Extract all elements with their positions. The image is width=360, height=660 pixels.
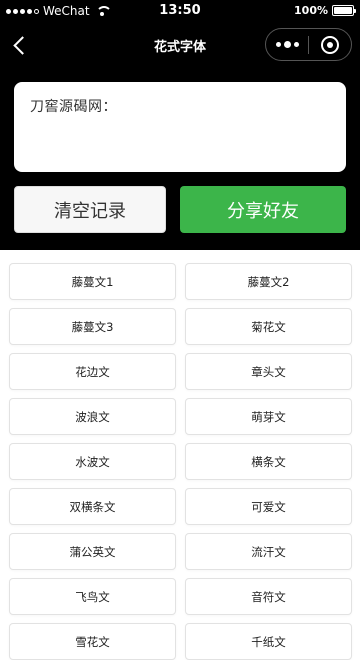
mini-program-capsule	[265, 28, 352, 61]
font-style-button[interactable]: 飞鸟文	[9, 578, 176, 615]
battery-info: 100%	[294, 4, 356, 17]
clear-history-button[interactable]: 清空记录	[14, 186, 166, 233]
font-style-button[interactable]: 藤蔓文2	[185, 263, 352, 300]
font-style-button[interactable]: 双横条文	[9, 488, 176, 525]
share-friends-button[interactable]: 分享好友	[180, 186, 346, 233]
font-style-button[interactable]: 千纸文	[185, 623, 352, 660]
font-style-button[interactable]: 雪花文	[9, 623, 176, 660]
input-value: 刀窖源碣网：	[30, 99, 117, 115]
font-style-button[interactable]: 波浪文	[9, 398, 176, 435]
font-style-button[interactable]: 水波文	[9, 443, 176, 480]
status-bar: WeChat 13:50 100%	[0, 0, 360, 22]
header-area: WeChat 13:50 100% 花式字体 刀窖源碣网： 清空记录 分享好友	[0, 0, 360, 250]
font-style-button[interactable]: 音符文	[185, 578, 352, 615]
font-style-button[interactable]: 萌芽文	[185, 398, 352, 435]
battery-icon	[332, 5, 356, 16]
navigation-bar: 花式字体	[0, 22, 360, 70]
font-style-button[interactable]: 菊花文	[185, 308, 352, 345]
font-style-button[interactable]: 可爱文	[185, 488, 352, 525]
font-style-button[interactable]: 章头文	[185, 353, 352, 390]
close-program-button[interactable]	[309, 29, 351, 60]
font-style-grid: 藤蔓文1 藤蔓文2 藤蔓文3 菊花文 花边文 章头文 波浪文 萌芽文 水波文 横条文 双横条文 可爱文…	[0, 250, 360, 660]
battery-percent: 100%	[294, 4, 328, 17]
target-icon	[321, 35, 339, 54]
font-style-button[interactable]: 花边文	[9, 353, 176, 390]
font-style-button[interactable]: 藤蔓文3	[9, 308, 176, 345]
font-style-button[interactable]: 藤蔓文1	[9, 263, 176, 300]
more-icon[interactable]	[266, 29, 308, 60]
font-style-button[interactable]: 蒲公英文	[9, 533, 176, 570]
font-style-button[interactable]: 流汗文	[185, 533, 352, 570]
text-input-area[interactable]: 刀窖源碣网：	[14, 82, 346, 172]
font-style-button[interactable]: 横条文	[185, 443, 352, 480]
